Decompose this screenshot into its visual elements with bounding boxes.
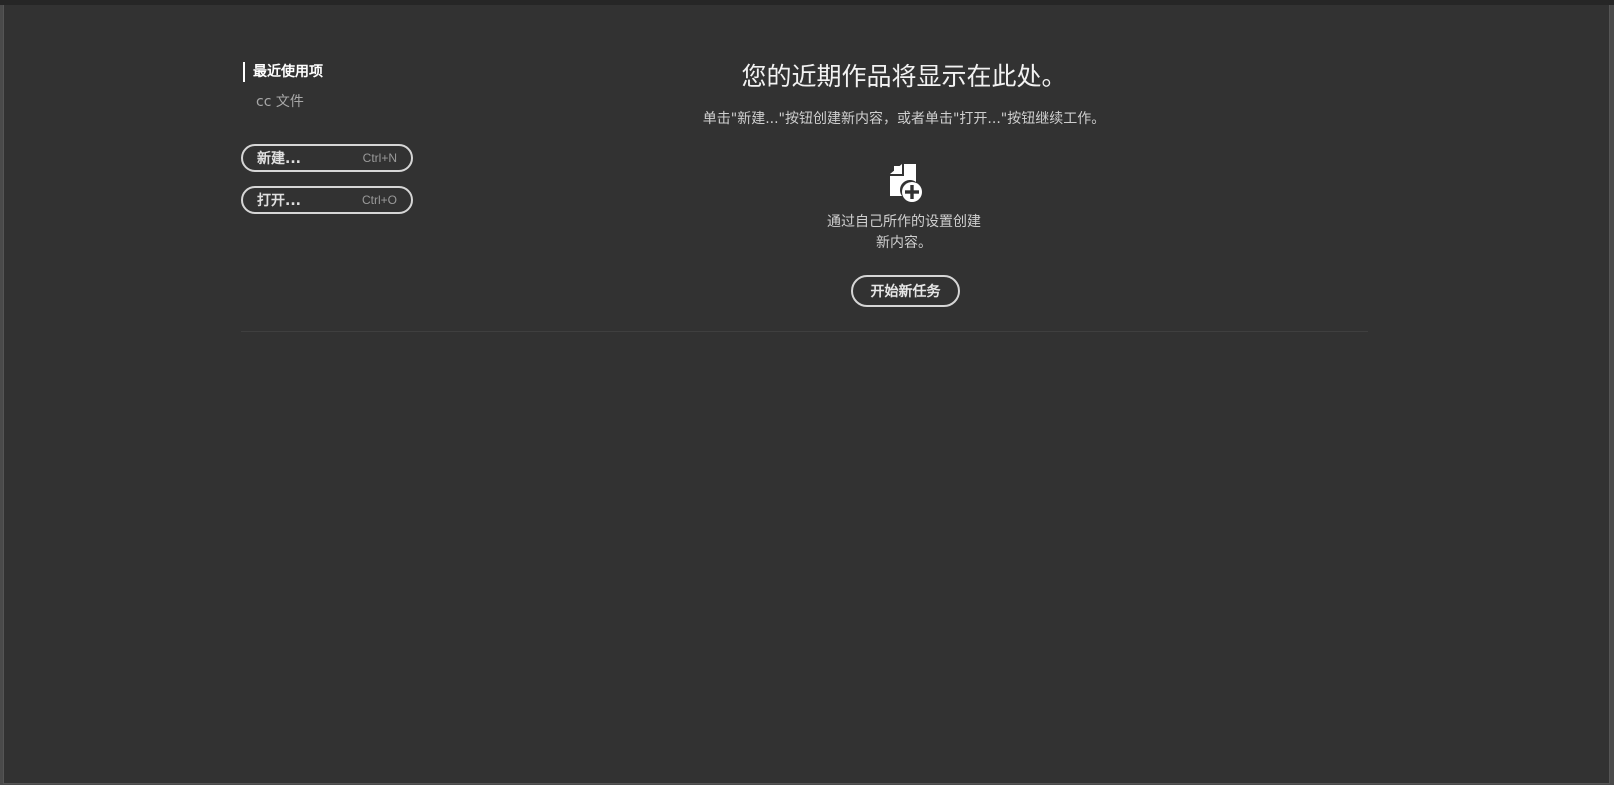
new-button-label: 新建... [257, 151, 301, 167]
tab-cc-files[interactable]: cc 文件 [244, 92, 304, 112]
new-document-icon [888, 162, 922, 204]
divider [241, 331, 1368, 332]
open-button[interactable]: 打开... Ctrl+O [241, 186, 413, 214]
create-description-line1: 通过自己所作的设置创建 [827, 214, 981, 230]
page-title: 您的近期作品将显示在此处。 [741, 62, 1067, 91]
new-button-shortcut: Ctrl+N [362, 151, 397, 165]
open-button-label: 打开... [257, 193, 301, 209]
new-button[interactable]: 新建... Ctrl+N [241, 144, 413, 172]
open-button-shortcut: Ctrl+O [361, 193, 397, 207]
page-subtitle: 单击"新建..."按钮创建新内容，或者单击"打开..."按钮继续工作。 [702, 111, 1106, 127]
tab-recent[interactable]: 最近使用项 [243, 62, 323, 82]
start-new-task-button[interactable]: 开始新任务 [851, 275, 960, 307]
create-description: 通过自己所作的设置创建 新内容。 [784, 212, 1024, 254]
create-description-line2: 新内容。 [876, 235, 932, 251]
start-workspace: 最近使用项 cc 文件 新建... Ctrl+N 打开... Ctrl+O 您的… [3, 5, 1610, 784]
